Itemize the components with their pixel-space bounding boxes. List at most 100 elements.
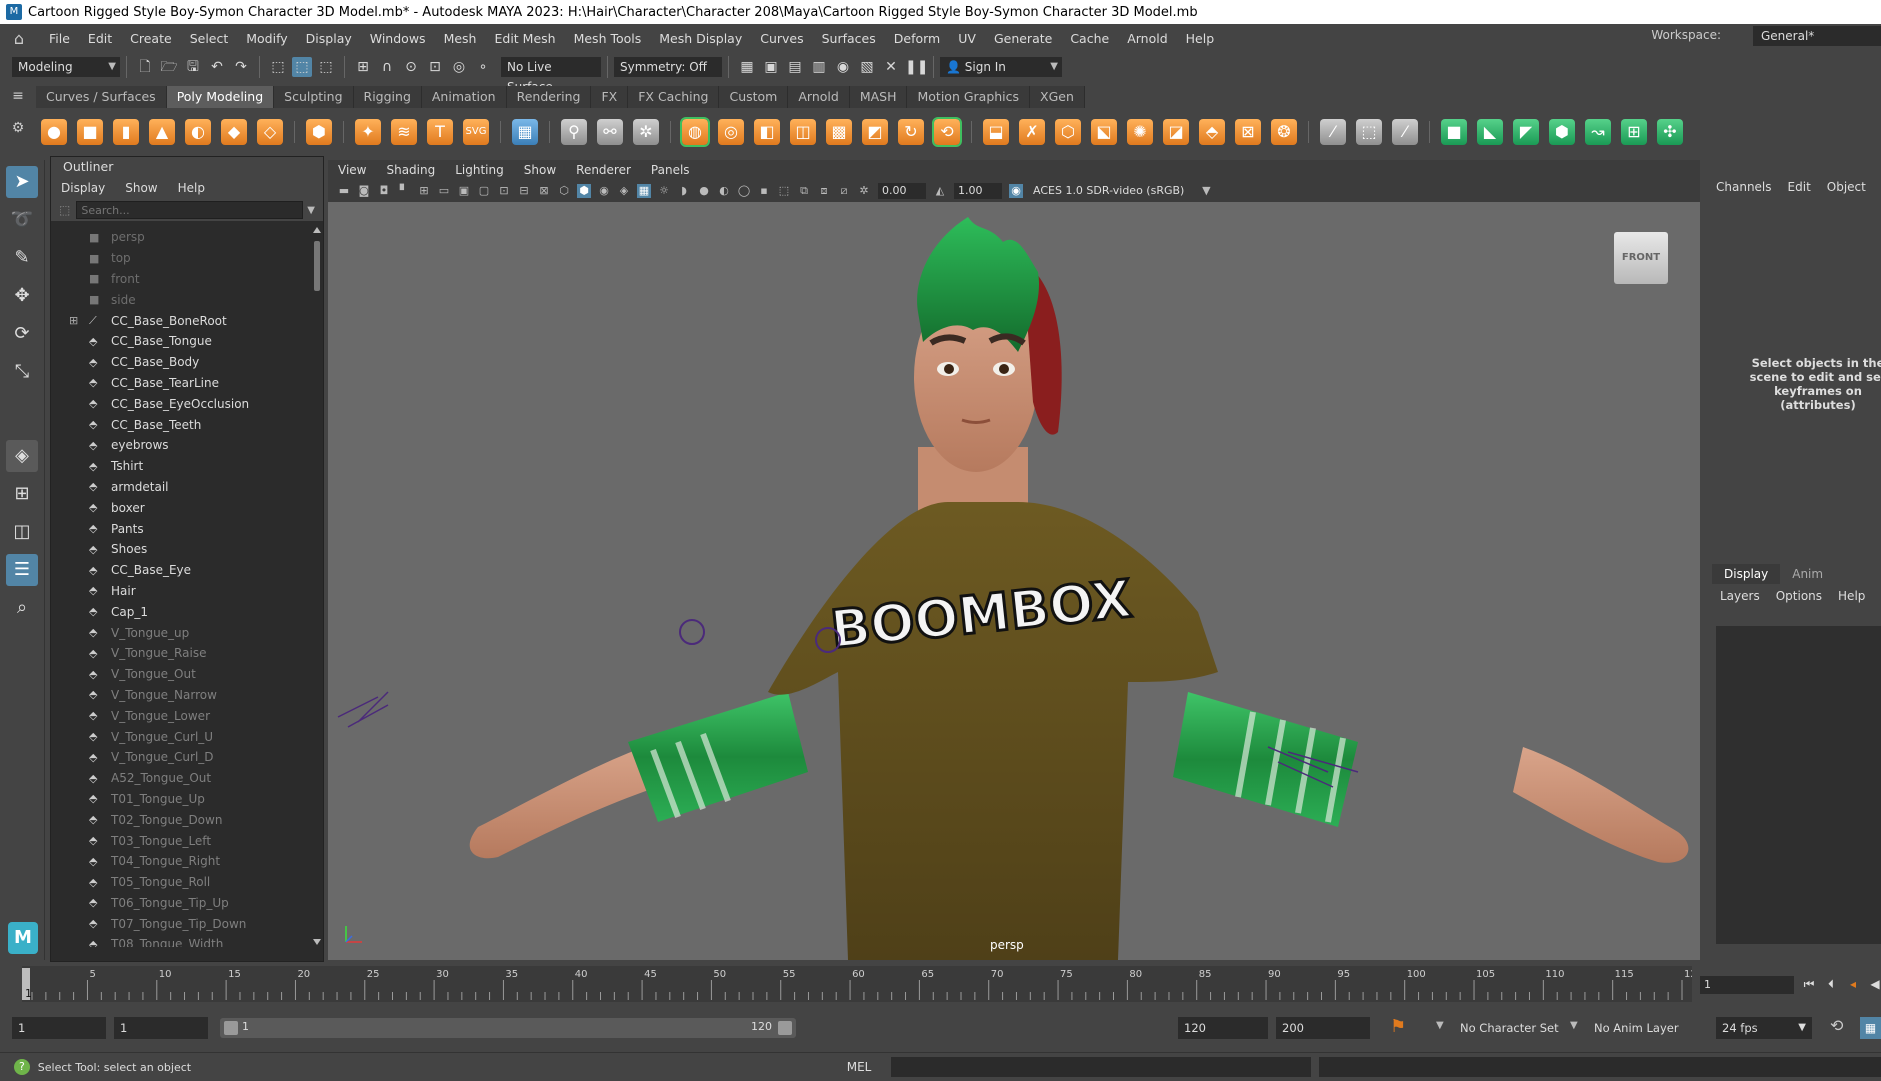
two-view-layout-icon[interactable]: ◫ [6,516,38,548]
safe-title-icon[interactable]: ⊠ [537,184,551,198]
outliner-menu-display[interactable]: Display [51,177,115,199]
outliner-item[interactable]: ⬘ armdetail [51,477,313,498]
outliner-item[interactable]: ⬘ CC_Base_Tongue [51,331,313,352]
shelf-menu-icon[interactable]: ≡ [0,88,36,104]
outliner-item[interactable]: ⬘ T01_Tongue_Up [51,789,313,810]
menu-file[interactable]: File [40,31,79,46]
exposure-field[interactable]: 0.00 [878,183,926,199]
bridge-icon[interactable]: ↻ [898,119,924,145]
channel-menu-edit[interactable]: Edit [1780,160,1819,214]
film-gate-icon[interactable]: ▭ [437,184,451,198]
edge-flow-icon[interactable]: ◪ [1163,119,1189,145]
snap-vertex-icon[interactable]: ∘ [473,57,493,77]
range-start-handle[interactable] [224,1021,238,1035]
mirror-icon[interactable]: ◫ [790,119,816,145]
left-hand-controls[interactable] [337,691,389,728]
outliner-item[interactable]: ⬘ CC_Base_Body [51,352,313,373]
target-weld-icon[interactable]: ✗ [1019,119,1045,145]
wireframe-on-shaded-icon[interactable]: ◈ [617,184,631,198]
time-ruler[interactable]: 5 10 15 20 25 30 35 40 45 50 55 60 65 70 75 80 85 90 95 100… [22,966,1692,1002]
home-icon[interactable]: ⌂ [8,29,30,48]
xray-icon[interactable]: ⧉ [797,184,811,198]
scene-start-field[interactable]: 1 [12,1017,106,1039]
lasso-tool-icon[interactable]: ➰ [6,204,38,236]
poly-plane-icon[interactable]: ◆ [221,119,247,145]
shelf-tab-custom[interactable]: Custom [719,86,789,108]
menu-arnold[interactable]: Arnold [1118,31,1176,46]
channel-menu-object[interactable]: Object [1819,160,1874,214]
filter-icon[interactable]: ⬚ [59,203,70,217]
menu-mesh[interactable]: Mesh [435,31,486,46]
outliner-item[interactable]: ⬘ T03_Tongue_Left [51,830,313,851]
uv-editor-icon[interactable]: ⁄ [1320,119,1346,145]
viewport-menu-panels[interactable]: Panels [641,160,700,180]
menu-surfaces[interactable]: Surfaces [813,31,885,46]
outliner-item[interactable]: ■ top [51,248,313,269]
layer-menu-options[interactable]: Options [1768,584,1830,608]
separate-icon[interactable]: ⚯ [597,119,623,145]
super-shape-icon[interactable]: ✦ [355,119,381,145]
chevron-down-icon[interactable]: ▼ [307,205,315,216]
channel-menu-show[interactable]: Sh [1874,160,1881,214]
move-tool-icon[interactable]: ✥ [6,280,38,312]
rig-control[interactable] [679,619,705,645]
four-view-layout-icon[interactable]: ⊞ [6,478,38,510]
poly-cylinder-icon[interactable]: ▮ [113,119,139,145]
shelf-tab-animation[interactable]: Animation [421,86,507,108]
planar-map-icon[interactable]: ⬚ [1356,119,1382,145]
outliner-layout-icon[interactable]: ☰ [6,554,38,586]
layer-tab-anim[interactable]: Anim [1780,564,1835,584]
outliner-item[interactable]: ■ persp [51,227,313,248]
outliner-menu-help[interactable]: Help [168,177,215,199]
isolate-select-icon[interactable]: ⬚ [777,184,791,198]
outliner-item[interactable]: ⬘ CC_Base_TearLine [51,373,313,394]
script-language-toggle[interactable]: MEL [847,1060,872,1074]
connect-icon[interactable]: ⬡ [1055,119,1081,145]
grid-toggle-icon[interactable]: ⊞ [417,184,431,198]
viewport-menu-renderer[interactable]: Renderer [566,160,641,180]
safe-action-icon[interactable]: ⊟ [517,184,531,198]
outliner-item[interactable]: ⬘ CC_Base_EyeOcclusion [51,393,313,414]
range-end-handle[interactable] [778,1021,792,1035]
sculpt-grab-icon[interactable]: ◣ [1477,119,1503,145]
shelf-tab-xgen[interactable]: XGen [1030,86,1085,108]
xray-joints-icon[interactable]: ⧈ [817,184,831,198]
outliner-item[interactable]: ⬘ boxer [51,497,313,518]
outliner-item[interactable]: ■ front [51,269,313,290]
outliner-menu-show[interactable]: Show [115,177,167,199]
shelf-settings-icon[interactable]: ⚙ [0,120,36,136]
motion-blur-icon[interactable]: ◐ [717,184,731,198]
command-input[interactable] [891,1057,1311,1077]
current-frame-field[interactable]: 1 [1700,976,1794,994]
scene-end-field[interactable]: 200 [1276,1017,1370,1039]
new-scene-icon[interactable]: 🗋 [135,57,155,77]
menu-uv[interactable]: UV [949,31,985,46]
outliner-item[interactable]: ⬘ V_Tongue_up [51,622,313,643]
layer-tab-display[interactable]: Display [1712,564,1781,584]
rotate-tool-icon[interactable]: ⟳ [6,318,38,350]
search-icon[interactable]: ⌕ [6,592,38,624]
sculpt-pinch-icon[interactable]: ↝ [1585,119,1611,145]
smooth-shade-icon[interactable]: ⬢ [577,184,591,198]
paint-select-icon[interactable]: ✎ [6,242,38,274]
menu-generate[interactable]: Generate [985,31,1061,46]
sculpt-relax-icon[interactable]: ⬢ [1549,119,1575,145]
wireframe-icon[interactable]: ⬡ [557,184,571,198]
color-space-label[interactable]: ACES 1.0 SDR-video (sRGB) [1029,184,1188,198]
menu-mesh-tools[interactable]: Mesh Tools [565,31,651,46]
exposure-icon[interactable]: ✲ [857,184,871,198]
view-cube[interactable]: FRONT [1614,232,1668,284]
svg-tool-icon[interactable]: SVG [463,119,489,145]
expand-toggle-icon[interactable]: ⊞ [69,314,83,327]
outliner-item[interactable]: ⬘ V_Tongue_Lower [51,705,313,726]
menu-create[interactable]: Create [121,31,181,46]
combine-icon[interactable]: ◍ [680,117,710,147]
gate-mask-icon[interactable]: ▢ [477,184,491,198]
xray-components-icon[interactable]: ⧄ [837,184,851,198]
poly-cube-icon[interactable]: ■ [77,119,103,145]
color-management-icon[interactable]: ◉ [1009,184,1023,198]
gamma-field[interactable]: 1.00 [954,183,1002,199]
snap-curve-icon[interactable]: ∩ [377,57,397,77]
sign-in-dropdown[interactable]: 👤 Sign In ▼ [940,57,1062,77]
playback-end-field[interactable]: 120 [1178,1017,1268,1039]
